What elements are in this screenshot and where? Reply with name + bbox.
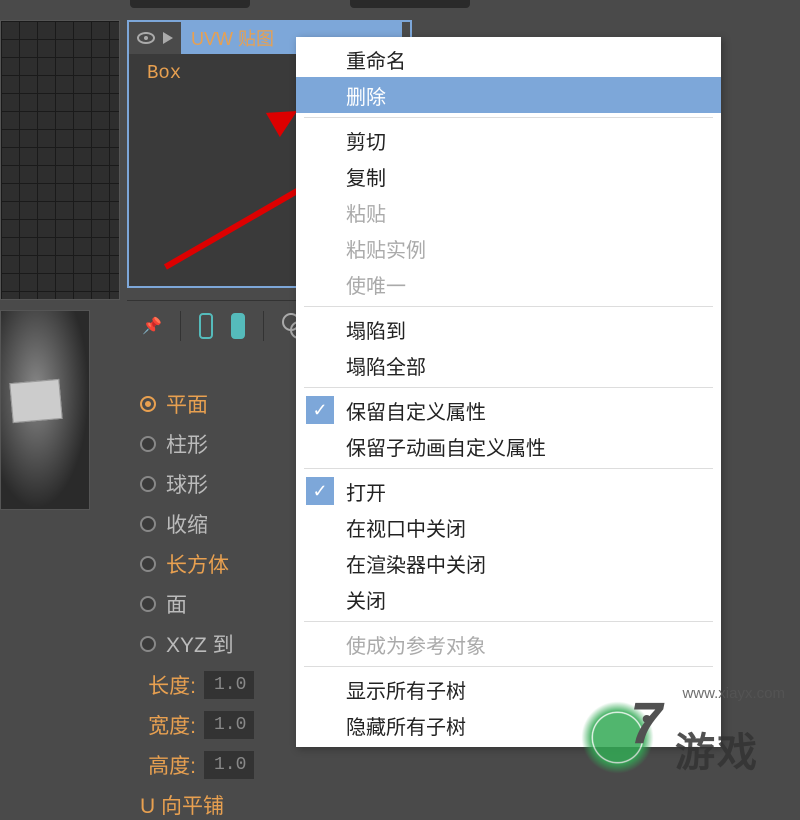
param-label: 收缩 — [166, 509, 208, 539]
grid-display — [0, 20, 120, 300]
menu-copy[interactable]: 复制 — [296, 158, 721, 194]
length-label: 长度: — [140, 670, 196, 700]
tab-fragment — [130, 0, 250, 8]
viewport-top[interactable] — [0, 20, 120, 300]
radio-icon[interactable] — [140, 556, 156, 572]
menu-separator — [304, 621, 713, 622]
radio-icon[interactable] — [140, 476, 156, 492]
menu-off[interactable]: 关闭 — [296, 581, 721, 617]
menu-separator — [304, 117, 713, 118]
menu-on[interactable]: ✓ 打开 — [296, 473, 721, 509]
param-label: 长方体 — [166, 549, 229, 579]
radio-icon[interactable] — [140, 596, 156, 612]
menu-paste-instance: 粘贴实例 — [296, 230, 721, 266]
annotation-arrow — [164, 114, 294, 214]
menu-off-renderer[interactable]: 在渲染器中关闭 — [296, 545, 721, 581]
u-tile-label: U 向平铺 — [140, 790, 340, 820]
height-row: 高度: 1.0 — [140, 750, 340, 780]
menu-collapse-all[interactable]: 塌陷全部 — [296, 347, 721, 383]
site-watermark: www.xiayx.com 7 游戏 — [575, 685, 795, 795]
check-icon: ✓ — [306, 396, 334, 424]
menu-make-unique: 使唯一 — [296, 266, 721, 302]
radio-icon[interactable] — [140, 396, 156, 412]
menu-paste: 粘贴 — [296, 194, 721, 230]
menu-rename[interactable]: 重命名 — [296, 41, 721, 77]
height-input[interactable]: 1.0 — [204, 751, 254, 779]
check-icon: ✓ — [306, 477, 334, 505]
context-menu: 重命名 删除 剪切 复制 粘贴 粘贴实例 使唯一 塌陷到 塌陷全部 ✓ 保留自定… — [296, 37, 721, 747]
menu-separator — [304, 306, 713, 307]
height-label: 高度: — [140, 750, 196, 780]
tab-fragment — [350, 0, 470, 8]
menu-label: 打开 — [346, 477, 386, 506]
menu-collapse-to[interactable]: 塌陷到 — [296, 311, 721, 347]
param-label: 平面 — [166, 389, 208, 419]
length-input[interactable]: 1.0 — [204, 671, 254, 699]
width-label: 宽度: — [140, 710, 196, 740]
menu-cut[interactable]: 剪切 — [296, 122, 721, 158]
radio-icon[interactable] — [140, 636, 156, 652]
cube-object — [9, 379, 62, 423]
toolbar-divider — [263, 311, 264, 341]
show-end-result-icon[interactable] — [199, 313, 213, 339]
menu-separator — [304, 666, 713, 667]
visibility-icon[interactable] — [137, 32, 155, 44]
watermark-number: 7 — [630, 690, 662, 757]
width-input[interactable]: 1.0 — [204, 711, 254, 739]
toolbar-divider — [180, 311, 181, 341]
watermark-text: 游戏 — [675, 720, 759, 778]
watermark-url: www.xiayx.com — [682, 685, 785, 702]
menu-preserve-sub-anim[interactable]: 保留子动画自定义属性 — [296, 428, 721, 464]
expand-icon[interactable] — [163, 32, 173, 44]
menu-off-viewport[interactable]: 在视口中关闭 — [296, 509, 721, 545]
pin-icon[interactable] — [142, 316, 162, 336]
menu-make-reference: 使成为参考对象 — [296, 626, 721, 662]
radio-icon[interactable] — [140, 516, 156, 532]
menu-label: 保留自定义属性 — [346, 396, 486, 425]
make-unique-icon[interactable] — [231, 313, 245, 339]
menu-separator — [304, 387, 713, 388]
viewport-perspective[interactable] — [0, 310, 90, 510]
param-label: 面 — [166, 589, 187, 619]
menu-preserve-custom[interactable]: ✓ 保留自定义属性 — [296, 392, 721, 428]
menu-separator — [304, 468, 713, 469]
param-label: 球形 — [166, 469, 208, 499]
param-label: XYZ 到 — [166, 629, 234, 659]
radio-icon[interactable] — [140, 436, 156, 452]
menu-delete[interactable]: 删除 — [296, 77, 721, 113]
param-label: 柱形 — [166, 429, 208, 459]
